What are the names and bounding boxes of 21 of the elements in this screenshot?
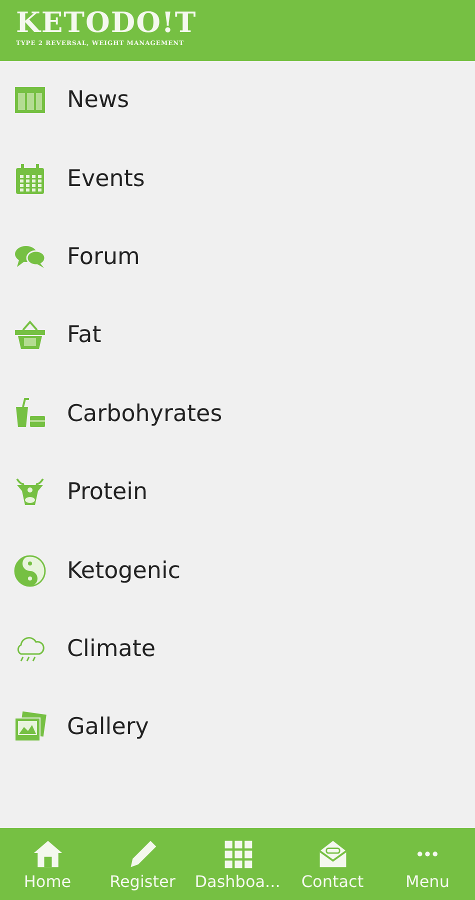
- yin-yang-icon: [13, 554, 47, 588]
- section-link[interactable]: Carbohyrates: [0, 374, 475, 453]
- section-link[interactable]: Events: [0, 139, 475, 218]
- menu-label: Climate: [67, 636, 156, 662]
- section-link[interactable]: Forum: [0, 218, 475, 296]
- menu-label: Ketogenic: [67, 558, 181, 584]
- section-link[interactable]: Ketogenic: [0, 531, 475, 610]
- more-icon: [417, 850, 438, 856]
- section-link[interactable]: News: [0, 61, 475, 140]
- calendar-icon: [13, 162, 47, 196]
- section-link[interactable]: Climate: [0, 610, 475, 688]
- section-link[interactable]: Gallery: [0, 688, 475, 767]
- section-link[interactable]: Fat: [0, 296, 475, 375]
- menu-label: Protein: [67, 479, 148, 506]
- menu-label: News: [67, 87, 130, 114]
- menu-label: Fat: [67, 322, 102, 348]
- menu-label: Carbohyrates: [67, 400, 222, 427]
- section-link[interactable]: Protein: [0, 452, 475, 532]
- menu-label: Gallery: [67, 714, 149, 740]
- menu-label: Forum: [67, 244, 140, 270]
- menu-label: Events: [67, 166, 145, 192]
